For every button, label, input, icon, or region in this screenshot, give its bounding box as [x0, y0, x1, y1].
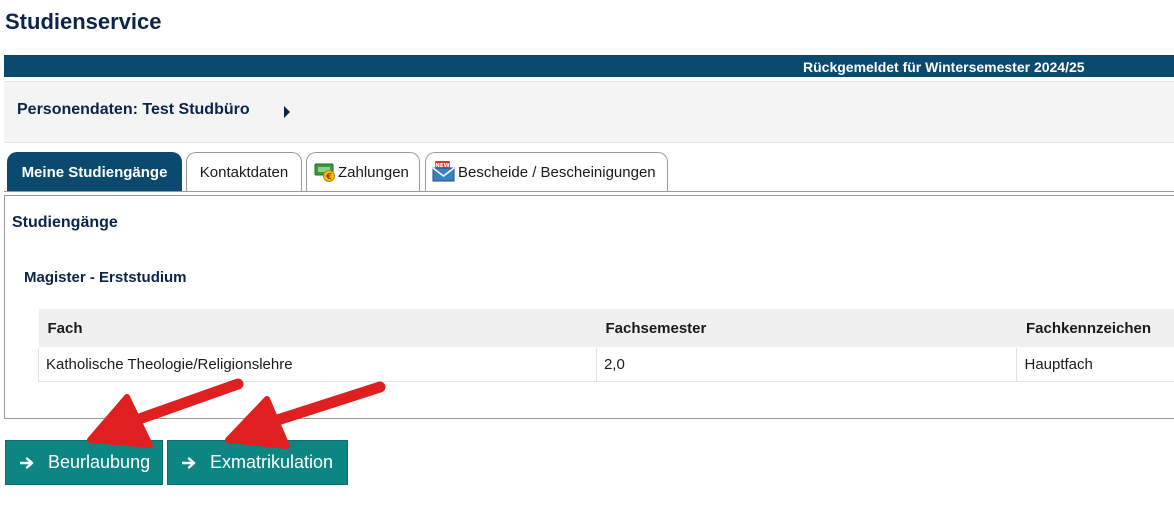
tab-bescheide[interactable]: NEW Bescheide / Bescheinigungen: [425, 152, 668, 191]
person-data-toggle[interactable]: Personendaten: Test Studbüro: [4, 81, 1174, 143]
payment-euro-icon: €: [314, 162, 336, 182]
degree-title: Magister - Erststudium: [24, 269, 187, 286]
button-label: Beurlaubung: [48, 452, 151, 472]
registration-status: Rückgemeldet für Wintersemester 2024/25: [803, 59, 1085, 75]
table-header-row: Fach Fachsemester Fachkennzeichen: [38, 309, 1174, 348]
svg-text:€: €: [325, 172, 332, 181]
tab-zahlungen[interactable]: € Zahlungen: [306, 152, 420, 191]
tab-label: Kontaktdaten: [199, 163, 289, 181]
column-header-fach: Fach: [38, 309, 597, 348]
button-label: Exmatrikulation: [210, 452, 334, 472]
arrow-right-icon: [182, 456, 196, 469]
section-title: Studiengänge: [12, 214, 118, 231]
chevron-right-icon: [283, 105, 291, 123]
new-badge-text: NEW: [435, 163, 449, 169]
tab-label: Zahlungen: [338, 163, 409, 181]
beurlaubung-button[interactable]: Beurlaubung: [5, 440, 163, 485]
new-mail-icon: NEW: [432, 161, 456, 183]
tab-meine-studiengaenge[interactable]: Meine Studiengänge: [7, 152, 182, 191]
table-row: Katholische Theologie/Religionslehre 2,0…: [38, 347, 1174, 382]
status-bar: Rückgemeldet für Wintersemester 2024/25: [4, 55, 1174, 77]
study-programs-panel: Studiengänge Magister - Erststudium Fach…: [4, 195, 1174, 419]
cell-semester: 2,0: [595, 347, 1018, 382]
person-data-label: Personendaten: Test Studbüro: [17, 101, 250, 118]
column-header-fachkennzeichen: Fachkennzeichen: [1016, 309, 1174, 348]
column-header-fachsemester: Fachsemester: [596, 309, 1017, 348]
tab-kontaktdaten[interactable]: Kontaktdaten: [186, 152, 302, 191]
tab-label: Meine Studiengänge: [21, 163, 168, 181]
cell-subject-type: Hauptfach: [1016, 347, 1174, 382]
arrow-right-icon: [20, 456, 34, 469]
cell-subject: Katholische Theologie/Religionslehre: [38, 347, 597, 382]
study-programs-table: Fach Fachsemester Fachkennzeichen Kathol…: [38, 309, 1174, 382]
tab-label: Bescheide / Bescheinigungen: [458, 163, 656, 181]
tab-divider: [4, 191, 1174, 192]
page-title: Studienservice: [5, 9, 162, 34]
exmatrikulation-button[interactable]: Exmatrikulation: [167, 440, 348, 485]
